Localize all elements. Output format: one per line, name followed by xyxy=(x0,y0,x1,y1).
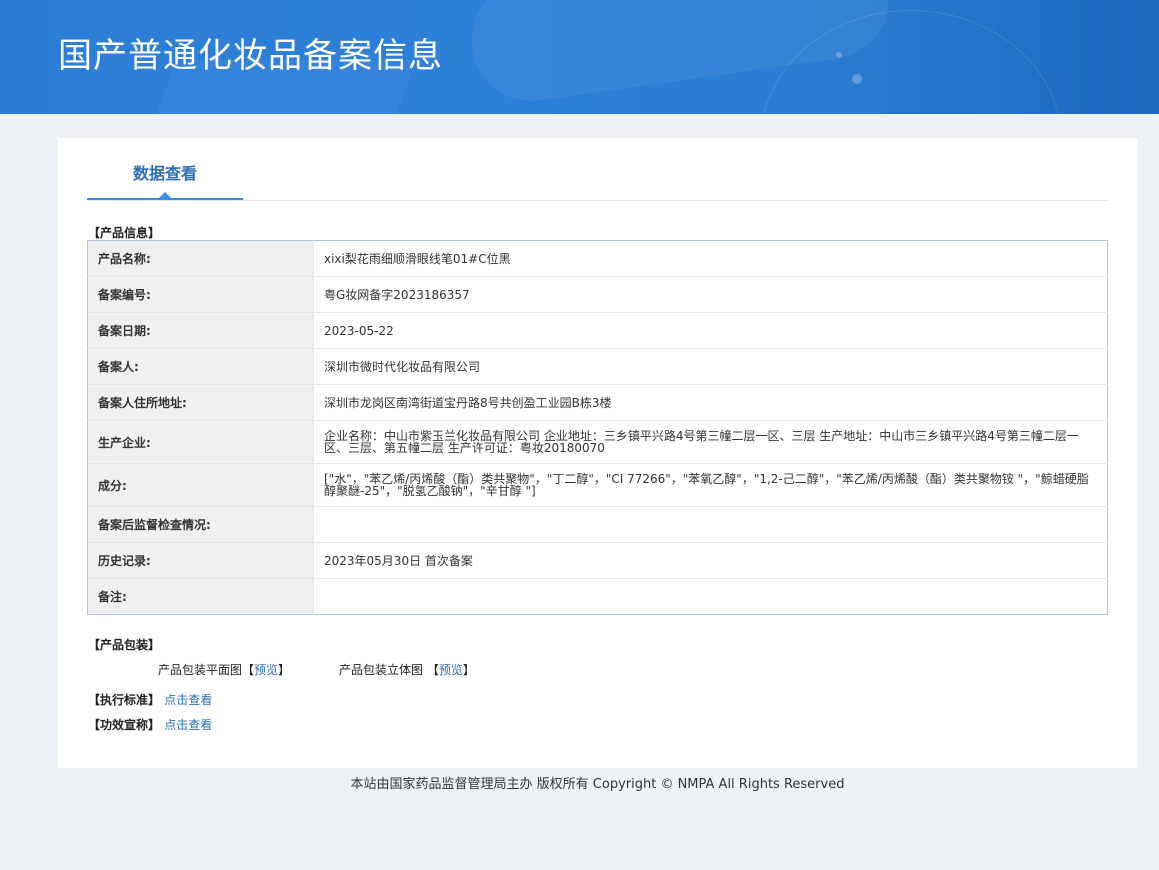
standards-row: 【执行标准】 点击查看 xyxy=(88,691,212,708)
tab-data-view[interactable]: 数据查看 xyxy=(87,138,243,200)
field-label: 备注: xyxy=(87,578,314,615)
field-label: 备案人住所地址: xyxy=(87,384,314,421)
field-label: 备案后监督检查情况: xyxy=(87,506,314,543)
field-value: 2023年05月30日 首次备案 xyxy=(313,542,1108,579)
efficacy-row: 【功效宣称】 点击查看 xyxy=(88,716,212,733)
field-label: 备案人: xyxy=(87,348,314,385)
field-value xyxy=(313,506,1108,543)
header-banner: 国产普通化妆品备案信息 xyxy=(0,0,1159,114)
field-value: 深圳市微时代化妆品有限公司 xyxy=(313,348,1108,385)
field-value xyxy=(314,579,1108,615)
tab-label: 数据查看 xyxy=(132,164,197,183)
efficacy-section-title: 【功效宣称】 xyxy=(88,718,161,732)
tab-bar: 数据查看 xyxy=(87,138,1108,201)
field-label: 成分: xyxy=(87,463,314,507)
field-label: 备案日期: xyxy=(87,312,314,349)
table-row: 备注: xyxy=(87,578,1108,615)
packaging-solid-label: 产品包装立体图 xyxy=(339,663,424,677)
field-value: 粤G妆网备字2023186357 xyxy=(313,276,1108,313)
product-info-section-title: 【产品信息】 xyxy=(88,226,161,240)
field-value: 深圳市龙岗区南湾街道宝丹路8号共创盈工业园B栋3楼 xyxy=(313,384,1108,421)
table-row: 备案后监督检查情况: xyxy=(87,506,1108,543)
table-row: 产品名称: xixi梨花雨细顺滑眼线笔01#C位黑 xyxy=(87,240,1108,277)
table-row: 备案人住所地址: 深圳市龙岗区南湾街道宝丹路8号共创盈工业园B栋3楼 xyxy=(87,384,1108,421)
packaging-flat-label: 产品包装平面图 xyxy=(158,663,243,677)
packaging-solid-item: 产品包装立体图 【预览】 xyxy=(339,663,475,677)
field-label: 历史记录: xyxy=(87,542,314,579)
preview-flat-link[interactable]: 预览 xyxy=(254,663,278,677)
table-row: 历史记录: 2023年05月30日 首次备案 xyxy=(87,542,1108,579)
field-value: 2023-05-22 xyxy=(313,312,1108,349)
table-row: 备案日期: 2023-05-22 xyxy=(87,312,1108,349)
content-card: 数据查看 【产品信息】 产品名称: xixi梨花雨细顺滑眼线笔01#C位黑 备案… xyxy=(58,138,1138,768)
table-row: 成分: ["水"，"苯乙烯/丙烯酸（酯）类共聚物"，"丁二醇"，"CI 7726… xyxy=(87,463,1108,507)
standards-view-link[interactable]: 点击查看 xyxy=(164,693,212,707)
packaging-flat-item: 产品包装平面图【预览】 xyxy=(158,663,291,677)
field-label: 备案编号: xyxy=(87,276,314,313)
table-row: 生产企业: 企业名称：中山市紫玉兰化妆品有限公司 企业地址：三乡镇平兴路4号第三… xyxy=(87,420,1108,464)
footer-copyright: 本站由国家药品监督管理局主办 版权所有 Copyright © NMPA All… xyxy=(350,777,845,792)
table-row: 备案人: 深圳市微时代化妆品有限公司 xyxy=(87,348,1108,385)
field-value: 企业名称：中山市紫玉兰化妆品有限公司 企业地址：三乡镇平兴路4号第三幢二层一区、… xyxy=(313,420,1108,464)
efficacy-view-link[interactable]: 点击查看 xyxy=(164,718,212,732)
field-value: xixi梨花雨细顺滑眼线笔01#C位黑 xyxy=(313,240,1108,277)
tab-indicator xyxy=(159,192,171,198)
field-label: 产品名称: xyxy=(87,240,314,277)
table-row: 备案编号: 粤G妆网备字2023186357 xyxy=(87,276,1108,313)
product-info-table: 产品名称: xixi梨花雨细顺滑眼线笔01#C位黑 备案编号: 粤G妆网备字20… xyxy=(87,240,1108,615)
field-label: 生产企业: xyxy=(87,420,314,464)
standards-section-title: 【执行标准】 xyxy=(88,693,161,707)
page-title: 国产普通化妆品备案信息 xyxy=(58,36,443,76)
packaging-section-title: 【产品包装】 xyxy=(88,638,161,652)
preview-solid-link[interactable]: 预览 xyxy=(439,663,463,677)
field-value: ["水"，"苯乙烯/丙烯酸（酯）类共聚物"，"丁二醇"，"CI 77266"，"… xyxy=(313,463,1108,507)
